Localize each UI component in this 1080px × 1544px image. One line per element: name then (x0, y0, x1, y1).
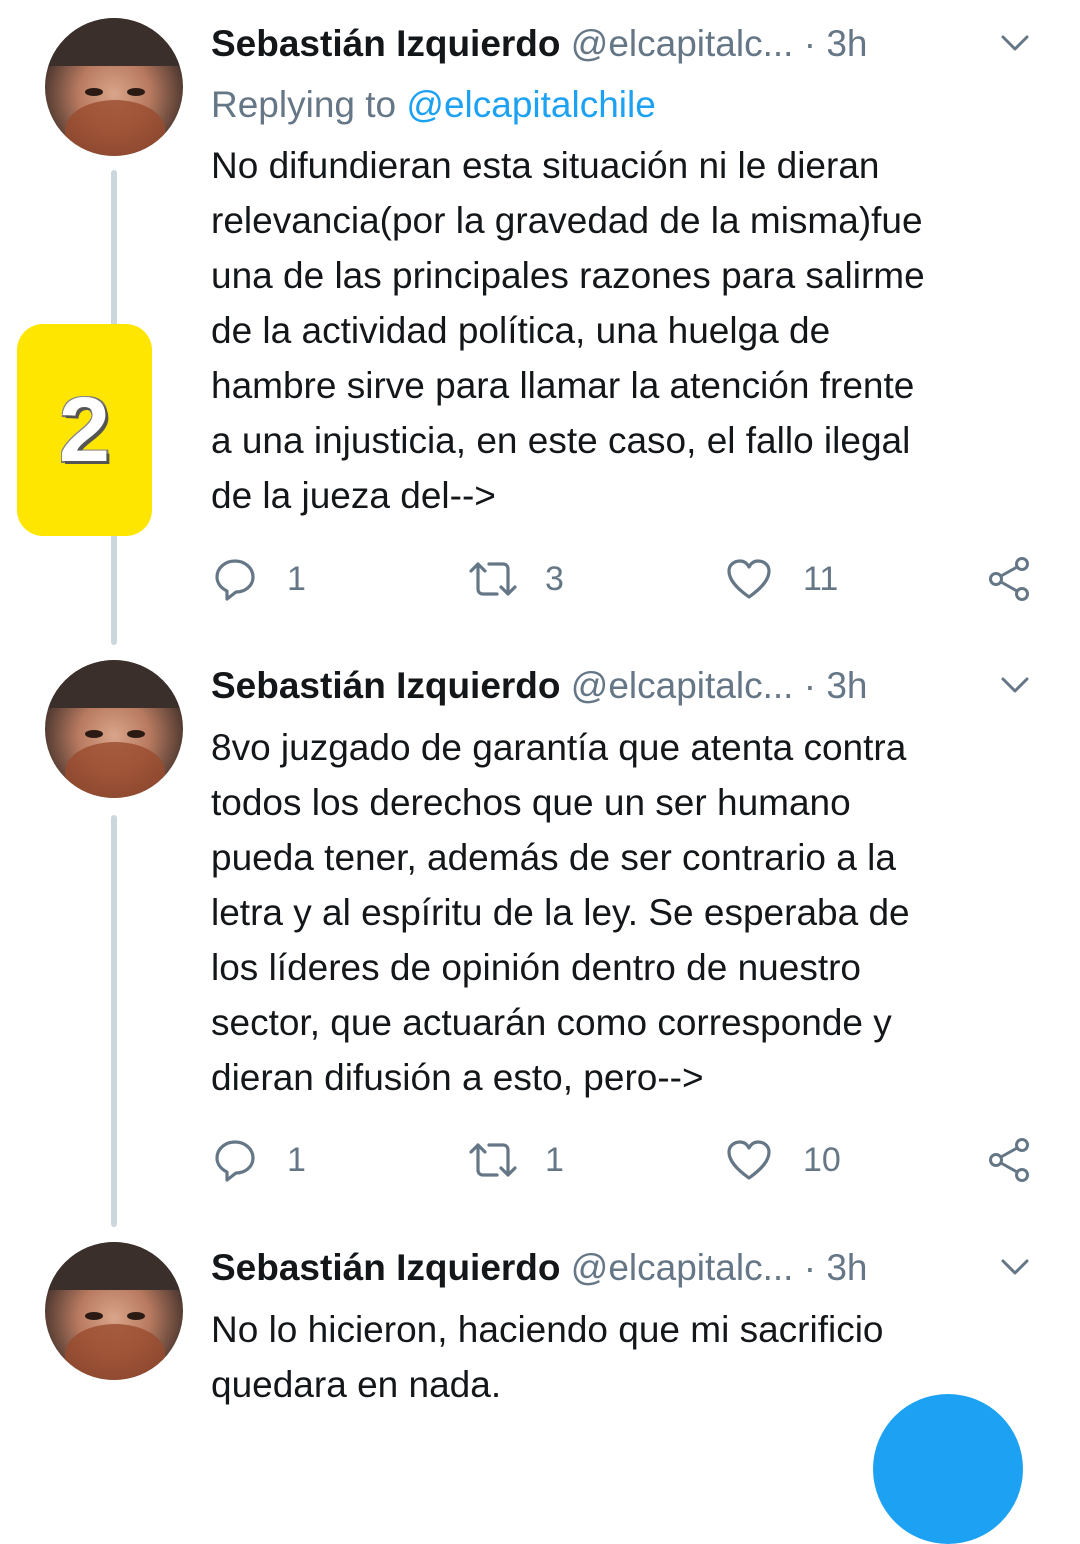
share-icon (989, 1138, 1029, 1182)
chevron-down-icon[interactable] (998, 1256, 1032, 1278)
share-button[interactable] (986, 1135, 1032, 1185)
like-button[interactable]: 11 (725, 554, 838, 604)
number-badge: 2 (17, 324, 152, 536)
heart-icon (727, 1140, 771, 1180)
author-handle[interactable]: @elcapitalc... (571, 1247, 794, 1288)
like-count: 11 (803, 559, 839, 598)
reply-button[interactable]: 1 (213, 554, 306, 604)
tweet[interactable]: Sebastián Izquierdo @elcapitalc... · 3h … (0, 0, 1080, 640)
replying-to: Replying to @elcapitalchile (211, 83, 656, 127)
share-icon (989, 557, 1029, 601)
tweet-text: No difundieran esta situación ni le dier… (211, 145, 925, 516)
replying-to-link[interactable]: @elcapitalchile (406, 84, 655, 125)
badge-number: 2 (58, 378, 111, 481)
timestamp[interactable]: 3h (826, 665, 867, 706)
like-button[interactable]: 10 (725, 1135, 841, 1185)
tweet[interactable]: Sebastián Izquierdo @elcapitalc... · 3h … (0, 1222, 1080, 1428)
tweet-text: No lo hicieron, haciendo que mi sacrific… (211, 1309, 884, 1405)
compose-button[interactable] (873, 1394, 1023, 1544)
replying-prefix: Replying to (211, 84, 407, 125)
share-button[interactable] (986, 554, 1032, 604)
tweet-actions: 1 3 11 (0, 554, 1080, 604)
retweet-count: 3 (545, 559, 564, 598)
reply-button[interactable]: 1 (213, 1135, 306, 1185)
author-handle[interactable]: @elcapitalc... (571, 665, 794, 706)
tweet-header: Sebastián Izquierdo @elcapitalc... · 3h (211, 22, 868, 66)
avatar[interactable] (45, 660, 183, 798)
author-name[interactable]: Sebastián Izquierdo (211, 1247, 561, 1288)
retweet-button[interactable]: 3 (467, 554, 564, 604)
retweet-count: 1 (545, 1140, 564, 1179)
avatar[interactable] (45, 1242, 183, 1380)
tweet-header: Sebastián Izquierdo @elcapitalc... · 3h (211, 664, 868, 708)
retweet-icon (469, 562, 517, 596)
chevron-down-icon[interactable] (998, 32, 1032, 54)
tweet[interactable]: Sebastián Izquierdo @elcapitalc... · 3h … (0, 640, 1080, 1230)
separator: · (803, 23, 817, 64)
retweet-icon (469, 1143, 517, 1177)
author-name[interactable]: Sebastián Izquierdo (211, 23, 561, 64)
author-name[interactable]: Sebastián Izquierdo (211, 665, 561, 706)
timestamp[interactable]: 3h (826, 1247, 867, 1288)
timestamp[interactable]: 3h (826, 23, 867, 64)
chevron-down-icon[interactable] (998, 674, 1032, 696)
separator: · (803, 665, 817, 706)
reply-count: 1 (287, 1140, 306, 1179)
reply-icon (215, 559, 255, 601)
author-handle[interactable]: @elcapitalc... (571, 23, 794, 64)
tweet-actions: 1 1 10 (0, 1135, 1080, 1185)
retweet-button[interactable]: 1 (467, 1135, 564, 1185)
separator: · (803, 1247, 817, 1288)
reply-icon (215, 1140, 255, 1182)
tweet-text: 8vo juzgado de garantía que atenta contr… (211, 727, 910, 1098)
like-count: 10 (803, 1140, 841, 1179)
avatar[interactable] (45, 18, 183, 156)
reply-count: 1 (287, 559, 306, 598)
tweet-header: Sebastián Izquierdo @elcapitalc... · 3h (211, 1246, 868, 1290)
heart-icon (727, 559, 771, 599)
